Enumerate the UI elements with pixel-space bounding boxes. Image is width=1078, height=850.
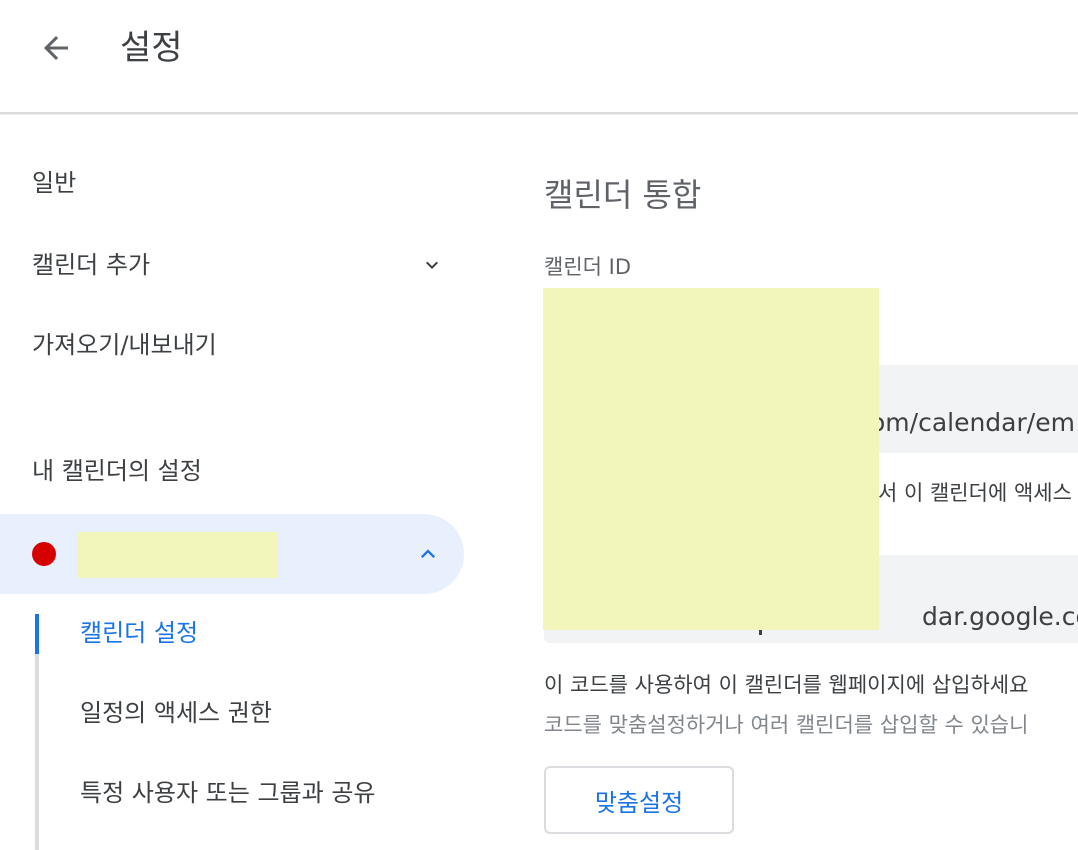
embed-code-text: dar.google.com/ [922,602,1078,631]
customize-button[interactable]: 맞춤설정 [544,766,734,834]
chevron-down-icon [426,261,438,269]
calendar-color-dot [32,542,56,566]
calendar-id-label: 캘린더 ID [544,255,631,279]
app-header: 설정 [0,0,1078,112]
back-button[interactable] [32,24,80,72]
sidebar-item-add-calendar[interactable]: 캘린더 추가 [32,249,444,281]
section-label-my-calendars: 내 캘린더의 설정 [32,457,202,485]
chevron-up-icon [421,549,435,558]
page-title: 설정 [120,28,183,68]
public-url-text: om/calendar/em [870,408,1075,437]
calendar-name-redacted [77,532,278,578]
sidebar-item-general[interactable]: 일반 [32,167,76,199]
subnav-share-with-people[interactable]: 특정 사용자 또는 그룹과 공유 [80,777,375,809]
subnav-access-permissions[interactable]: 일정의 액세스 권한 [80,697,272,729]
embed-helper-secondary: 코드를 맞춤설정하거나 여러 캘린더를 삽입할 수 있습니 [544,713,1029,737]
redacted-block [543,288,879,630]
sidebar-item-import-export[interactable]: 가져오기/내보내기 [32,329,217,361]
sidebar-item-label: 캘린더 추가 [32,251,151,279]
subnav-calendar-settings[interactable]: 캘린더 설정 [80,617,198,649]
subnav-active-indicator [35,614,39,654]
public-url-helper: 서 이 캘린더에 액세스 [878,481,1072,505]
calendar-row[interactable] [0,514,464,594]
section-heading-integrate: 캘린더 통합 [544,176,702,214]
embed-helper-text: 이 코드를 사용하여 이 캘린더를 웹페이지에 삽입하세요 [544,673,1029,697]
settings-sidebar: 일반 캘린더 추가 가져오기/내보내기 내 캘린더의 설정 캘린더 설정 일정의… [0,115,480,850]
arrow-back-icon [44,36,68,60]
